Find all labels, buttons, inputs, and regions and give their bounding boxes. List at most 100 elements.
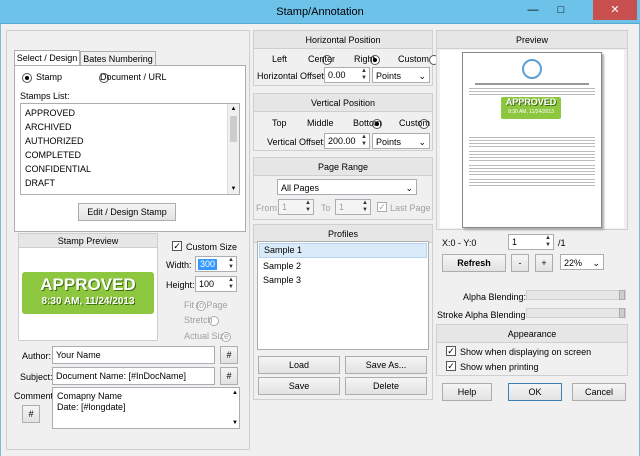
stamp-preview-image: APPROVED 8:30 AM, 11/24/2013 [22, 272, 154, 314]
list-item[interactable]: CONFIDENTIAL [21, 162, 239, 176]
to-label: To [321, 203, 331, 213]
spin-down-icon[interactable]: ▼ [543, 242, 553, 249]
stretch-label: Stretch [184, 315, 213, 325]
width-value[interactable]: 300 [198, 259, 218, 270]
stroke-alpha-slider[interactable] [526, 308, 626, 318]
center-label: Center [308, 54, 336, 64]
maximize-button[interactable]: □ [548, 1, 574, 19]
scroll-down-icon[interactable]: ▼ [232, 420, 238, 426]
list-item[interactable]: APPROVED [21, 106, 239, 120]
vertical-position-title: Vertical Position [254, 94, 432, 112]
spin-up-icon[interactable]: ▲ [226, 277, 236, 284]
tab-bates-numbering[interactable]: Bates Numbering [80, 51, 156, 66]
stamp-radio[interactable] [22, 72, 32, 83]
save-as-button[interactable]: Save As... [345, 356, 427, 374]
edit-design-stamp-button[interactable]: Edit / Design Stamp [78, 203, 176, 221]
list-item[interactable]: Sample 1 [259, 243, 427, 258]
logo-icon [522, 59, 542, 79]
chevron-down-icon: ⌄ [592, 258, 600, 268]
comment-hash-button[interactable]: # [22, 405, 40, 423]
spin-down-icon[interactable]: ▼ [359, 75, 369, 82]
page-number-value[interactable]: 1 [512, 237, 517, 248]
save-button[interactable]: Save [258, 377, 340, 395]
left-label: Left [272, 54, 288, 64]
show-on-screen-checkbox[interactable]: ✓ [446, 346, 456, 356]
list-item[interactable]: DRAFT [21, 176, 239, 190]
last-page-checkbox[interactable]: ✓ [377, 202, 387, 212]
scroll-down-icon[interactable]: ▼ [228, 184, 239, 194]
horizontal-offset-value[interactable]: 0.00 [328, 70, 346, 81]
to-stepper[interactable]: 1 ▲ ▼ [335, 199, 371, 215]
vertical-offset-label: Vertical Offset: [267, 137, 326, 147]
spin-down-icon[interactable]: ▼ [359, 141, 369, 148]
width-stepper[interactable]: 300 ▲ ▼ [195, 256, 237, 272]
list-item[interactable]: ARCHIVED [21, 120, 239, 134]
list-item[interactable]: Sample 2 [259, 259, 428, 273]
scroll-up-icon[interactable]: ▲ [228, 104, 239, 114]
zoom-select[interactable]: 22% ⌄ [560, 254, 604, 270]
spin-down-icon[interactable]: ▼ [303, 207, 313, 214]
chevron-down-icon: ⌄ [418, 71, 426, 81]
author-hash-button[interactable]: # [220, 346, 238, 364]
tab-select-design[interactable]: Select / Design [14, 50, 80, 66]
subject-hash-button[interactable]: # [220, 367, 238, 385]
spin-up-icon[interactable]: ▲ [303, 200, 313, 207]
height-label: Height: [166, 280, 195, 290]
horizontal-units-select[interactable]: Points ⌄ [372, 67, 430, 83]
profiles-list[interactable]: Sample 1 Sample 2 Sample 3 [257, 241, 429, 350]
show-printing-checkbox[interactable]: ✓ [446, 361, 456, 371]
spin-up-icon[interactable]: ▲ [360, 200, 370, 207]
height-value[interactable]: 100 [199, 279, 214, 290]
spin-down-icon[interactable]: ▼ [360, 207, 370, 214]
close-button[interactable]: ✕ [593, 0, 637, 20]
stamp-date: 8:30 AM, 11/24/2013 [41, 296, 135, 307]
stroke-alpha-label: Stroke Alpha Blending: [437, 310, 529, 320]
width-label: Width: [166, 260, 192, 270]
to-value[interactable]: 1 [339, 202, 344, 213]
scroll-up-icon[interactable]: ▲ [232, 390, 238, 396]
zoom-in-button[interactable]: + [535, 254, 553, 272]
list-scrollbar[interactable]: ▲ ▼ [227, 104, 239, 194]
alpha-blending-slider[interactable] [526, 290, 626, 300]
spin-up-icon[interactable]: ▲ [226, 257, 236, 264]
load-button[interactable]: Load [258, 356, 340, 374]
list-item[interactable]: AUTHORIZED [21, 134, 239, 148]
comment-textarea[interactable]: Comapny Name Date: [#longdate] ▲ ▼ [52, 387, 240, 429]
vertical-offset-value[interactable]: 200.00 [328, 136, 356, 147]
slider-thumb[interactable] [619, 308, 625, 318]
slider-thumb[interactable] [619, 290, 625, 300]
refresh-button[interactable]: Refresh [442, 254, 506, 272]
spin-up-icon[interactable]: ▲ [359, 68, 369, 75]
alpha-blending-label: Alpha Blending: [463, 292, 527, 302]
show-printing-label: Show when printing [460, 362, 539, 372]
scroll-thumb[interactable] [230, 116, 237, 142]
stamps-list[interactable]: APPROVED ARCHIVED AUTHORIZED COMPLETED C… [20, 103, 240, 195]
author-input[interactable]: Your Name [52, 346, 215, 364]
vertical-units-select[interactable]: Points ⌄ [372, 133, 430, 149]
horizontal-offset-stepper[interactable]: 0.00 ▲ ▼ [324, 67, 370, 83]
spin-up-icon[interactable]: ▲ [543, 235, 553, 242]
subject-input[interactable]: Document Name: [#InDocName] [52, 367, 215, 385]
actual-size-label: Actual Size [184, 331, 230, 341]
spin-up-icon[interactable]: ▲ [359, 134, 369, 141]
page-thumbnail[interactable]: APPROVED 8:30 AM, 11/24/2013 [462, 52, 602, 228]
from-value[interactable]: 1 [282, 202, 287, 213]
list-item[interactable]: COMPLETED [21, 148, 239, 162]
list-item[interactable]: Sample 3 [259, 273, 428, 287]
help-button[interactable]: Help [442, 383, 492, 401]
cancel-button[interactable]: Cancel [572, 383, 626, 401]
custom-size-checkbox[interactable]: ✓ [172, 241, 182, 251]
middle-label: Middle [307, 118, 334, 128]
vertical-units-value: Points [376, 137, 402, 147]
ok-button[interactable]: OK [508, 383, 562, 401]
delete-button[interactable]: Delete [345, 377, 427, 395]
spin-down-icon[interactable]: ▼ [226, 264, 236, 271]
zoom-out-button[interactable]: - [511, 254, 529, 272]
height-stepper[interactable]: 100 ▲ ▼ [195, 276, 237, 292]
spin-down-icon[interactable]: ▼ [226, 284, 236, 291]
minimize-button[interactable]: — [520, 1, 546, 19]
vertical-offset-stepper[interactable]: 200.00 ▲ ▼ [324, 133, 370, 149]
from-stepper[interactable]: 1 ▲ ▼ [278, 199, 314, 215]
page-range-select[interactable]: All Pages ⌄ [277, 179, 417, 195]
page-number-stepper[interactable]: 1 ▲ ▼ [508, 234, 554, 250]
